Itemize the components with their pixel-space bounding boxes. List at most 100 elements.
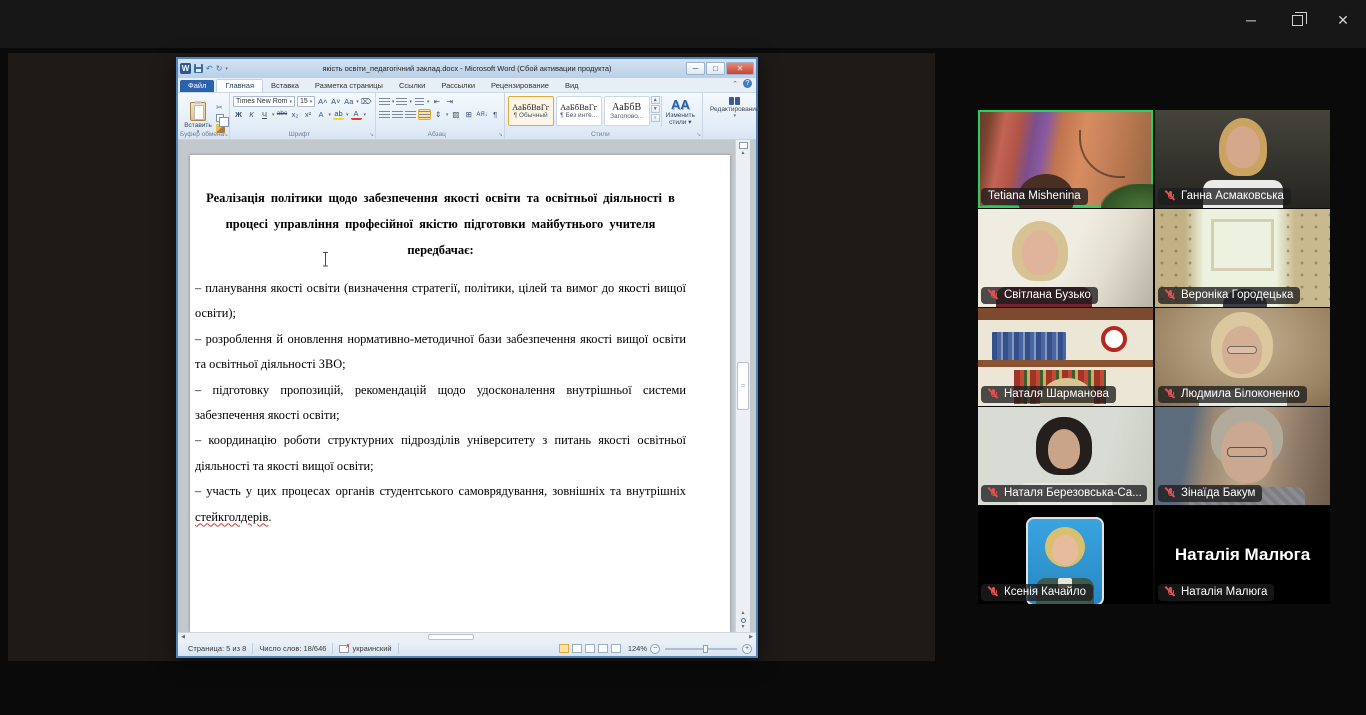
word-count[interactable]: Число слов: 18/646: [253, 643, 333, 654]
editing-button[interactable]: Редактирование ▾: [706, 95, 764, 119]
sort-icon[interactable]: АЯ↓: [476, 109, 487, 120]
align-right-icon[interactable]: [405, 109, 416, 120]
participant-tile[interactable]: Наталя Шарманова: [978, 308, 1153, 406]
undo-icon[interactable]: ↶: [206, 65, 213, 73]
paragraph-dialog-launcher-icon[interactable]: ↘: [498, 132, 503, 138]
multilevel-list-icon[interactable]: [414, 96, 425, 107]
redo-icon[interactable]: ↻: [216, 65, 223, 73]
document-page[interactable]: Реалізація політики щодо забезпечення як…: [190, 155, 730, 632]
browse-object-icon[interactable]: [741, 618, 746, 623]
previous-page-icon[interactable]: ▲: [741, 611, 746, 616]
word-logo-icon[interactable]: W: [180, 63, 191, 74]
participant-tile[interactable]: Ксенія Качайло: [978, 506, 1153, 604]
tab-page-layout[interactable]: Разметка страницы: [307, 80, 391, 92]
tab-home[interactable]: Главная: [216, 79, 263, 92]
cut-icon[interactable]: ✂: [216, 103, 225, 112]
scroll-right-icon[interactable]: ▶: [746, 633, 756, 641]
font-color-icon[interactable]: А: [351, 109, 362, 120]
find-icon: [729, 97, 740, 105]
copy-icon[interactable]: [216, 114, 224, 122]
zoom-in-icon[interactable]: +: [742, 644, 752, 654]
clipboard-dialog-launcher-icon[interactable]: ↘: [223, 132, 228, 138]
italic-icon[interactable]: К: [246, 109, 257, 120]
styles-scroll-down-icon[interactable]: ▼: [651, 105, 660, 113]
horizontal-scrollbar[interactable]: ◀ ▶: [178, 632, 756, 641]
next-page-icon[interactable]: ▼: [741, 625, 746, 630]
spellcheck-status[interactable]: украинский: [333, 643, 398, 654]
participant-tile[interactable]: Світлана Бузько: [978, 209, 1153, 307]
participant-tile[interactable]: Tetiana Mishenina: [978, 110, 1153, 208]
strikethrough-icon[interactable]: abc: [277, 109, 288, 120]
styles-dialog-launcher-icon[interactable]: ↘: [696, 132, 701, 138]
change-styles-button[interactable]: АА Изменить стили ▾: [661, 96, 699, 127]
zoom-level[interactable]: 124%: [628, 644, 647, 653]
draft-view-icon[interactable]: [611, 644, 621, 653]
align-center-icon[interactable]: [392, 109, 403, 120]
tab-file[interactable]: Файл: [180, 80, 214, 92]
help-icon[interactable]: ?: [743, 79, 752, 88]
font-name-select[interactable]: Times New Rom▾: [233, 96, 295, 107]
decrease-indent-icon[interactable]: ⇤: [431, 96, 442, 107]
shading-icon[interactable]: ▨: [450, 109, 461, 120]
word-minimize-icon[interactable]: ─: [686, 62, 705, 75]
word-close-icon[interactable]: ✕: [726, 62, 754, 75]
subscript-icon[interactable]: x₂: [290, 109, 301, 120]
align-left-icon[interactable]: [379, 109, 390, 120]
participant-tile[interactable]: Людмила Білоконенко: [1155, 308, 1330, 406]
web-layout-view-icon[interactable]: [585, 644, 595, 653]
minimize-ribbon-icon[interactable]: ⌃: [732, 80, 738, 88]
ruler-toggle-icon[interactable]: [739, 142, 748, 149]
page-indicator[interactable]: Страница: 5 из 8: [182, 643, 253, 654]
vertical-scroll-thumb[interactable]: [737, 362, 749, 410]
participant-tile[interactable]: Наталія Малюга Наталія Малюга: [1155, 506, 1330, 604]
increase-indent-icon[interactable]: ⇥: [444, 96, 455, 107]
shrink-font-icon[interactable]: А˅: [330, 96, 341, 107]
scroll-left-icon[interactable]: ◀: [178, 633, 188, 641]
save-icon[interactable]: [194, 64, 203, 73]
line-spacing-icon[interactable]: ⇕: [433, 109, 444, 120]
zoom-slider[interactable]: [665, 648, 737, 650]
grow-font-icon[interactable]: А˄: [317, 96, 328, 107]
tab-mailings[interactable]: Рассылки: [433, 80, 483, 92]
justify-icon[interactable]: [418, 109, 431, 120]
style-heading[interactable]: АаБбВ Заголово...: [604, 96, 650, 126]
show-marks-icon[interactable]: ¶: [490, 109, 501, 120]
restore-icon[interactable]: [1274, 0, 1320, 40]
close-icon[interactable]: ✕: [1320, 0, 1366, 40]
qat-customize-icon[interactable]: ▾: [225, 66, 228, 72]
vertical-scrollbar[interactable]: ▲ ▲ ▼: [735, 140, 750, 632]
participant-tile[interactable]: Вероніка Городецька: [1155, 209, 1330, 307]
numbering-icon[interactable]: [396, 96, 407, 107]
style-normal[interactable]: АаБбВвГг ¶ Обычный: [508, 96, 554, 126]
clear-formatting-icon[interactable]: ⌦: [361, 96, 372, 107]
horizontal-scroll-thumb[interactable]: [428, 634, 474, 640]
zoom-out-icon[interactable]: −: [650, 644, 660, 654]
change-case-icon[interactable]: Аа: [343, 96, 354, 107]
styles-gallery-more-icon[interactable]: ▿: [651, 114, 660, 122]
superscript-icon[interactable]: x²: [303, 109, 314, 120]
borders-icon[interactable]: ⊞: [463, 109, 474, 120]
participant-tile[interactable]: Ганна Асмаковська: [1155, 110, 1330, 208]
styles-scroll-up-icon[interactable]: ▲: [651, 96, 660, 104]
bold-icon[interactable]: Ж: [233, 109, 244, 120]
scroll-up-icon[interactable]: ▲: [741, 151, 746, 156]
print-layout-view-icon[interactable]: [559, 644, 569, 653]
font-dialog-launcher-icon[interactable]: ↘: [369, 132, 374, 138]
tab-review[interactable]: Рецензирование: [483, 80, 557, 92]
style-no-spacing[interactable]: АаБбВвГг ¶ Без инте...: [556, 96, 602, 126]
zoom-slider-thumb[interactable]: [703, 645, 708, 653]
outline-view-icon[interactable]: [598, 644, 608, 653]
text-effects-icon[interactable]: А: [316, 109, 327, 120]
font-size-select[interactable]: 15▾: [297, 96, 315, 107]
minimize-icon[interactable]: ─: [1228, 0, 1274, 40]
participant-tile[interactable]: Наталя Березовська-Са...: [978, 407, 1153, 505]
tab-view[interactable]: Вид: [557, 80, 587, 92]
fullscreen-view-icon[interactable]: [572, 644, 582, 653]
participant-tile[interactable]: Зінаїда Бакум: [1155, 407, 1330, 505]
highlight-color-icon[interactable]: ab: [333, 109, 344, 120]
tab-insert[interactable]: Вставка: [263, 80, 307, 92]
bullets-icon[interactable]: [379, 96, 390, 107]
tab-references[interactable]: Ссылки: [391, 80, 433, 92]
underline-icon[interactable]: Ч: [259, 109, 270, 120]
word-maximize-icon[interactable]: □: [706, 62, 725, 75]
